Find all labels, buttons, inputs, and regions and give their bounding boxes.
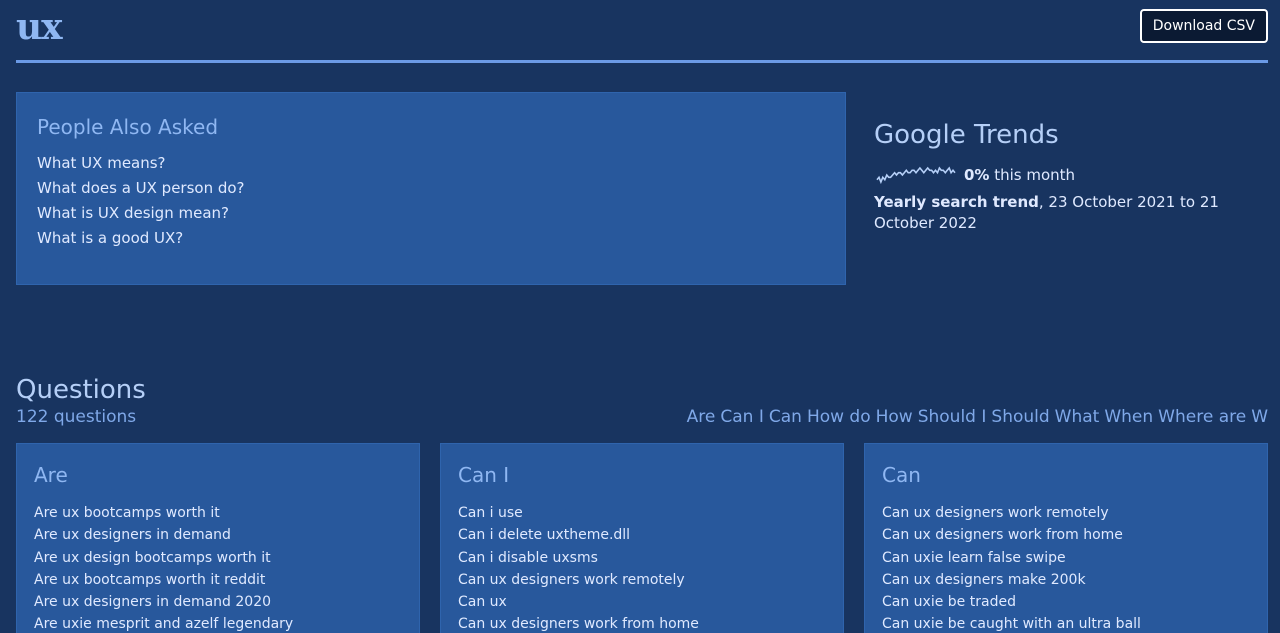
question-card-title: Can: [882, 463, 921, 487]
question-card-are: Are Are ux bootcamps worth it Are ux des…: [16, 443, 420, 633]
question-item[interactable]: Can ux designers work remotely: [458, 569, 826, 591]
header-divider: [16, 60, 1268, 63]
question-item[interactable]: Can ux designers work from home: [458, 613, 826, 633]
question-item[interactable]: Are ux bootcamps worth it reddit: [34, 569, 402, 591]
trend-percent: 0%: [964, 166, 990, 184]
category-link-should[interactable]: Should: [991, 406, 1049, 428]
question-item[interactable]: Can uxie learn false swipe: [882, 547, 1250, 569]
category-link-should-i[interactable]: Should I: [918, 406, 987, 428]
category-link-are[interactable]: Are: [687, 406, 716, 428]
google-trends-panel: Google Trends 0% this month Yearly searc…: [874, 118, 1268, 234]
question-item[interactable]: Can ux designers work from home: [882, 524, 1250, 546]
question-item[interactable]: Can i use: [458, 502, 826, 524]
download-csv-button[interactable]: Download CSV: [1139, 9, 1268, 43]
question-item[interactable]: Are ux designers in demand: [34, 524, 402, 546]
category-link-when[interactable]: When: [1104, 406, 1153, 428]
trend-description: Yearly search trend, 23 October 2021 to …: [874, 192, 1268, 234]
question-item[interactable]: Can ux designers work remotely: [882, 502, 1250, 524]
google-trends-title: Google Trends: [874, 120, 1059, 150]
trend-stat: 0% this month: [964, 166, 1075, 184]
paa-question[interactable]: What does a UX person do?: [37, 176, 825, 201]
question-item[interactable]: Can uxie be traded: [882, 591, 1250, 613]
header: ux Download CSV: [16, 0, 1268, 64]
category-link-can[interactable]: Can: [769, 406, 802, 428]
people-also-asked-panel: People Also Asked What UX means? What do…: [16, 92, 846, 285]
page: ux Download CSV People Also Asked What U…: [0, 0, 1280, 633]
site-logo[interactable]: ux: [16, 6, 63, 48]
question-card-can: Can Can ux designers work remotely Can u…: [864, 443, 1268, 633]
trend-label: Yearly search trend: [874, 193, 1039, 211]
people-also-asked-title: People Also Asked: [37, 115, 219, 139]
trend-period: this month: [989, 166, 1076, 184]
category-link-how-do[interactable]: How do: [807, 406, 871, 428]
trend-sparkline: [876, 166, 956, 185]
question-item[interactable]: Can uxie be caught with an ultra ball: [882, 613, 1250, 633]
category-nav: Are Can I Can How do How Should I Should…: [687, 406, 1268, 428]
question-card-title: Can I: [458, 463, 510, 487]
question-item[interactable]: Are uxie mesprit and azelf legendary: [34, 613, 402, 633]
trend-summary: 0% this month: [874, 162, 1268, 188]
question-card-can-i: Can I Can i use Can i delete uxtheme.dll…: [440, 443, 844, 633]
question-item[interactable]: Can i disable uxsms: [458, 547, 826, 569]
category-link-can-i[interactable]: Can I: [720, 406, 763, 428]
questions-heading: Questions: [16, 375, 146, 405]
category-link-what[interactable]: What: [1055, 406, 1100, 428]
question-item[interactable]: Can ux: [458, 591, 826, 613]
paa-question[interactable]: What is UX design mean?: [37, 201, 825, 226]
question-card-title: Are: [34, 463, 68, 487]
category-link-where-are[interactable]: Where are: [1158, 406, 1246, 428]
paa-question[interactable]: What UX means?: [37, 151, 825, 176]
trend-sparkline-line: [876, 166, 956, 185]
questions-count: 122 questions: [16, 407, 137, 427]
category-link-how[interactable]: How: [876, 406, 913, 428]
question-item[interactable]: Are ux designers in demand 2020: [34, 591, 402, 613]
question-item[interactable]: Are ux bootcamps worth it: [34, 502, 402, 524]
question-item[interactable]: Can i delete uxtheme.dll: [458, 524, 826, 546]
question-item[interactable]: Are ux design bootcamps worth it: [34, 547, 402, 569]
question-item[interactable]: Can ux designers make 200k: [882, 569, 1250, 591]
category-link-w[interactable]: W: [1251, 406, 1268, 428]
paa-question[interactable]: What is a good UX?: [37, 226, 825, 251]
